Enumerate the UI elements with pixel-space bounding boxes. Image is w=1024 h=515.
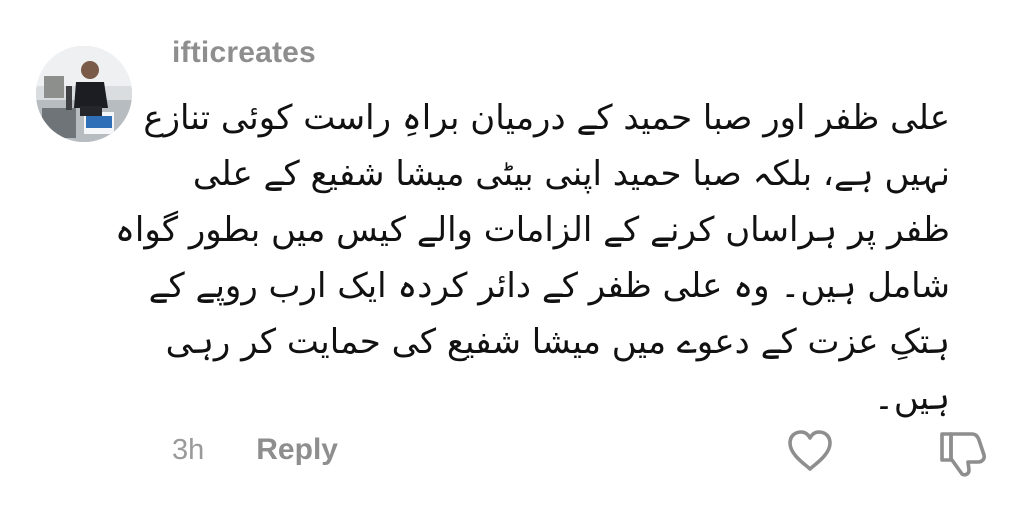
- comment-line: ظفر پر ہراساں کرنے کے الزامات والے کیس م…: [114, 210, 950, 250]
- comment-username[interactable]: ifticreates: [172, 36, 316, 70]
- dislike-button[interactable]: [938, 428, 990, 478]
- comment-text: علی ظفر اور صبا حمید کے درمیان براہِ راس…: [114, 90, 950, 426]
- avatar-photo: [36, 46, 132, 142]
- like-button[interactable]: [786, 428, 834, 474]
- heart-icon: [788, 430, 832, 471]
- comment-footer: 3h Reply: [172, 428, 338, 472]
- comment-timestamp: 3h: [172, 433, 205, 466]
- avatar[interactable]: [36, 46, 132, 142]
- comment-line: نہیں ہے، بلکہ صبا حمید اپنی بیٹی میشا شف…: [192, 154, 950, 194]
- comment-line: شامل ہیں۔ وہ علی ظفر کے دائر کردہ ایک ار…: [148, 266, 950, 306]
- comment-line: ہیں۔: [874, 378, 950, 418]
- reply-button[interactable]: Reply: [256, 433, 338, 467]
- comment-line: علی ظفر اور صبا حمید کے درمیان براہِ راس…: [143, 98, 950, 138]
- comment-line: ہتکِ عزت کے دعوے میں میشا شفیع کی حمایت …: [165, 322, 950, 362]
- thumbs-down-icon: [940, 432, 986, 477]
